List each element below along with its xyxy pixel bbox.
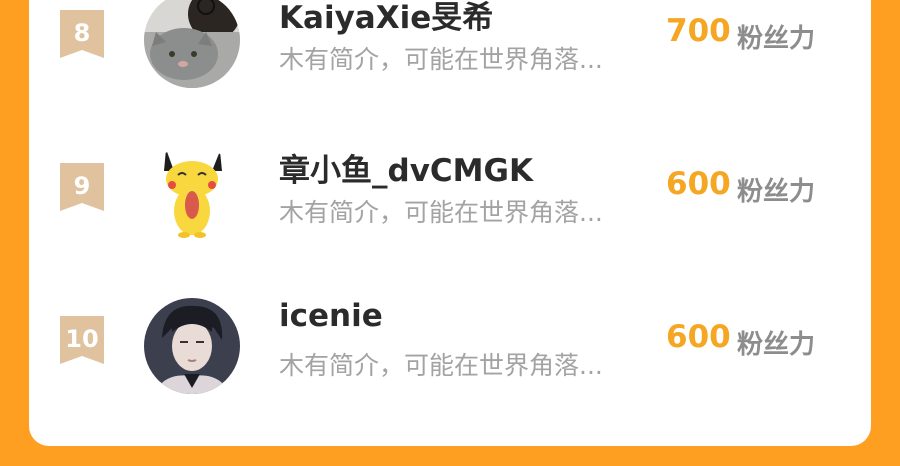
avatar[interactable] <box>144 0 240 88</box>
score-unit: 粉丝力 <box>737 24 816 54</box>
list-item[interactable]: 10 icenie 木有简介，可能在世界角落... 600 粉丝力 <box>29 298 871 416</box>
user-name[interactable]: icenie <box>279 298 383 334</box>
user-bio: 木有简介，可能在世界角落... <box>279 351 603 380</box>
score-unit: 粉丝力 <box>737 177 816 207</box>
avatar[interactable] <box>144 298 240 394</box>
rank-number: 10 <box>65 325 99 353</box>
rank-badge: 9 <box>60 163 104 213</box>
user-name[interactable]: 章小鱼_dvCMGK <box>279 145 533 190</box>
user-bio: 木有简介，可能在世界角落... <box>279 45 603 74</box>
score-unit: 粉丝力 <box>737 330 816 360</box>
rank-badge: 10 <box>60 316 104 366</box>
user-bio: 木有简介，可能在世界角落... <box>279 198 603 227</box>
fan-score: 600 <box>666 319 731 355</box>
rank-number: 9 <box>73 172 91 200</box>
list-item[interactable]: 8 KaiyaXie旻希 木有简介，可能在世界角落... 700 粉丝力 <box>29 0 871 110</box>
rank-badge: 8 <box>60 10 104 60</box>
leaderboard-card: 8 KaiyaXie旻希 木有简介，可能在世界角落... 700 粉丝力 9 章… <box>29 0 871 446</box>
avatar[interactable] <box>144 145 240 241</box>
rank-number: 8 <box>73 19 91 47</box>
user-name[interactable]: KaiyaXie旻希 <box>279 0 493 37</box>
fan-score: 700 <box>666 13 731 49</box>
list-item[interactable]: 9 章小鱼_dvCMGK 木有简介，可能在世界角落... 600 粉丝力 <box>29 145 871 263</box>
fan-score: 600 <box>666 166 731 202</box>
